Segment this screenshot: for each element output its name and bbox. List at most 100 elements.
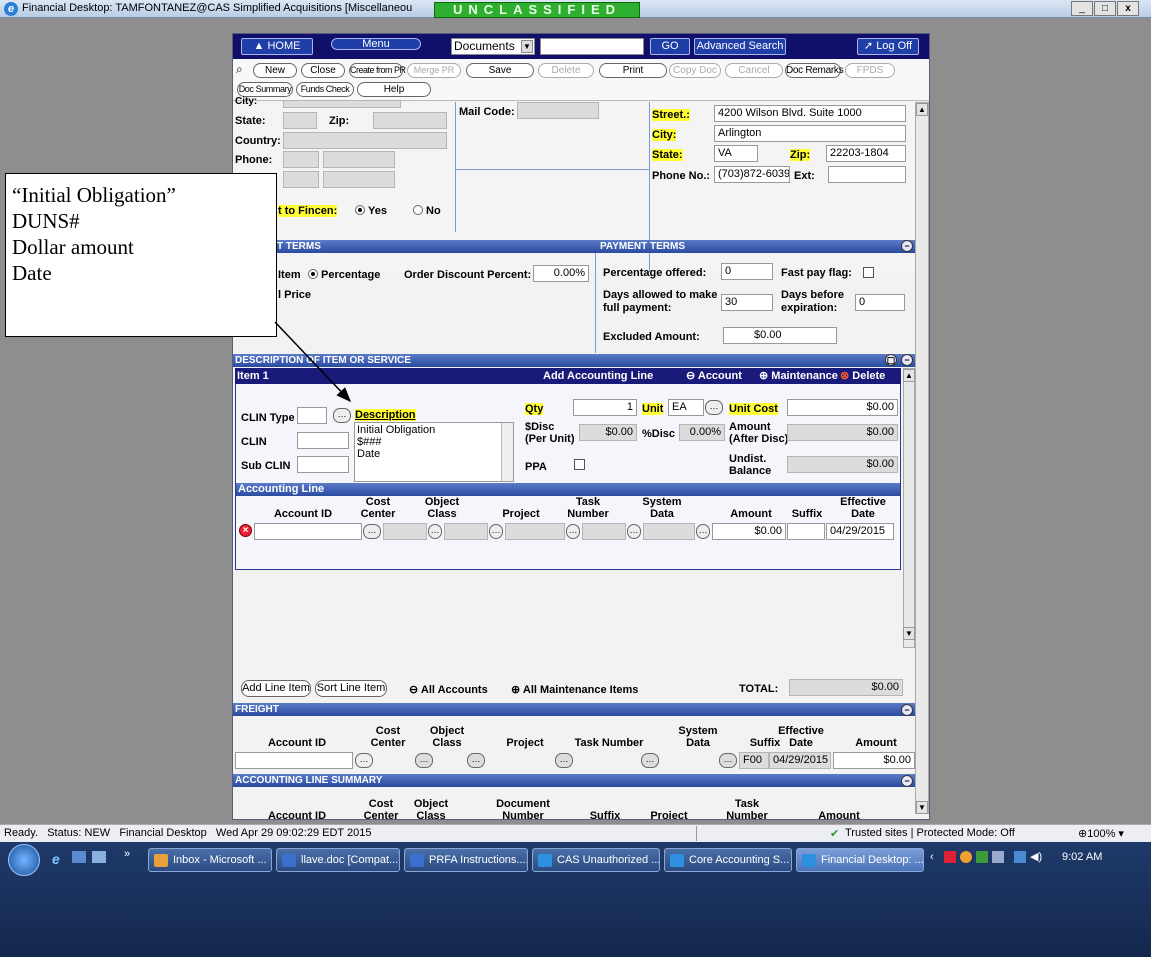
vendor-country-field[interactable]	[283, 132, 447, 149]
document-search-input[interactable]	[540, 38, 644, 55]
tray-security-icon[interactable]	[944, 851, 956, 863]
task-number-field[interactable]	[582, 523, 626, 540]
maintenance-toggle[interactable]: ⊕ Maintenance	[759, 368, 838, 384]
clin-type-field[interactable]	[297, 407, 327, 424]
new-button[interactable]: New	[253, 63, 297, 78]
home-button[interactable]: ▲ HOME	[241, 38, 313, 55]
line-effective-date-field[interactable]: 04/29/2015	[826, 523, 894, 540]
vendor-fax-area-field[interactable]	[283, 171, 319, 188]
delete-button[interactable]: Delete	[538, 63, 594, 78]
advanced-search-button[interactable]: Advanced Search	[694, 38, 786, 55]
cost-center-lookup-icon[interactable]: …	[428, 524, 442, 539]
save-button[interactable]: Save	[466, 63, 534, 78]
freight-effective-date-field[interactable]: 04/29/2015	[769, 752, 831, 769]
network-icon[interactable]	[1014, 851, 1026, 863]
order-discount-field[interactable]: 0.00%	[533, 265, 589, 282]
clin-type-lookup-icon[interactable]: …	[333, 408, 351, 423]
remit-zip-field[interactable]: 22203-1804	[826, 145, 906, 162]
minimize-button[interactable]: _	[1071, 1, 1093, 16]
tray-app-icon[interactable]	[992, 851, 1004, 863]
object-class-lookup-icon[interactable]: …	[489, 524, 503, 539]
tray-expand-icon[interactable]: ‹	[930, 851, 934, 863]
vendor-city-field[interactable]	[283, 100, 401, 108]
menu-button[interactable]: Menu	[331, 38, 421, 50]
sort-line-item-button[interactable]: Sort Line Item	[315, 680, 387, 697]
taskbar-item-core-accounting[interactable]: Core Accounting S...	[664, 848, 792, 872]
item-scrollbar[interactable]	[903, 368, 915, 648]
street-field[interactable]: 4200 Wilson Blvd. Suite 1000	[714, 105, 906, 122]
description-scrollbar[interactable]	[501, 423, 513, 481]
fpds-button[interactable]: FPDS	[845, 63, 895, 78]
copy-doc-button[interactable]: Copy Doc	[669, 63, 721, 78]
help-button[interactable]: Help	[357, 82, 431, 97]
collapse-icon[interactable]: −	[901, 354, 913, 366]
unit-field[interactable]: EA	[668, 399, 704, 416]
excluded-amount-field[interactable]: $0.00	[723, 327, 837, 344]
vendor-phone-field[interactable]	[323, 151, 395, 168]
project-field[interactable]	[505, 523, 565, 540]
log-off-button[interactable]: ➚ Log Off	[857, 38, 919, 55]
account-lookup-icon[interactable]: …	[363, 524, 381, 539]
vendor-state-field[interactable]	[283, 112, 317, 129]
cancel-button[interactable]: Cancel	[725, 63, 783, 78]
add-line-item-button[interactable]: Add Line Item	[241, 680, 311, 697]
taskbar-item-cas[interactable]: CAS Unauthorized ...	[532, 848, 660, 872]
maximize-button[interactable]: □	[1094, 1, 1116, 16]
close-button[interactable]: Close	[301, 63, 345, 78]
funds-check-button[interactable]: Funds Check	[296, 82, 354, 97]
system-data-lookup-icon[interactable]: …	[696, 524, 710, 539]
scroll-up-icon[interactable]: ▲	[916, 103, 928, 116]
freight-account-lookup-icon[interactable]: …	[355, 753, 373, 768]
taskbar-item-prfa[interactable]: PRFA Instructions....	[404, 848, 528, 872]
amount-after-disc-field[interactable]: $0.00	[787, 424, 898, 441]
freight-cost-center-lookup-icon[interactable]: …	[415, 753, 433, 768]
documents-select[interactable]: Documents ▼	[451, 38, 535, 55]
clin-field[interactable]	[297, 432, 349, 449]
cost-center-field[interactable]	[383, 523, 427, 540]
taskbar-item-llave-doc[interactable]: llave.doc [Compat...	[276, 848, 400, 872]
pct-disc-field[interactable]: 0.00%	[679, 424, 725, 441]
clock[interactable]: 9:02 AM	[1062, 851, 1102, 863]
vendor-zip-field[interactable]	[373, 112, 447, 129]
start-button[interactable]	[8, 844, 40, 876]
freight-object-class-lookup-icon[interactable]: …	[467, 753, 485, 768]
more-quicklaunch-icon[interactable]: »	[124, 848, 130, 860]
fincen-yes-radio[interactable]: Yes	[355, 205, 387, 217]
task-lookup-icon[interactable]: …	[627, 524, 641, 539]
unit-lookup-icon[interactable]: …	[705, 400, 723, 415]
account-toggle[interactable]: ⊖ Account	[686, 368, 742, 384]
ie-quicklaunch-icon[interactable]: e	[52, 851, 60, 867]
taskbar-item-inbox[interactable]: Inbox - Microsoft ...	[148, 848, 272, 872]
days-allowed-field[interactable]: 30	[721, 294, 773, 311]
discount-percentage-radio[interactable]: Percentage	[308, 269, 380, 281]
remit-city-field[interactable]: Arlington	[714, 125, 906, 142]
collapse-icon[interactable]: −	[901, 240, 913, 252]
pct-offered-field[interactable]: 0	[721, 263, 773, 280]
link-icon[interactable]: ⌕	[236, 62, 243, 77]
discount-item-radio[interactable]: Item	[278, 269, 301, 281]
close-window-button[interactable]: x	[1117, 1, 1139, 16]
volume-icon[interactable]: ◀)	[1030, 850, 1042, 863]
merge-pr-button[interactable]: Merge PR	[407, 63, 461, 78]
freight-project-lookup-icon[interactable]: …	[555, 753, 573, 768]
undist-balance-field[interactable]: $0.00	[787, 456, 898, 473]
tray-notification-icon[interactable]	[960, 851, 972, 863]
remove-line-icon[interactable]: ×	[239, 524, 252, 537]
vendor-phone-area-field[interactable]	[283, 151, 319, 168]
description-textarea[interactable]: Initial Obligation $### Date	[354, 422, 514, 482]
collapse-icon[interactable]: −	[901, 775, 913, 787]
freight-system-data-lookup-icon[interactable]: …	[719, 753, 737, 768]
tray-app-icon[interactable]	[976, 851, 988, 863]
taskbar-item-financial-desktop[interactable]: Financial Desktop: ...	[796, 848, 924, 872]
expand-all-icon[interactable]: ▢	[885, 354, 897, 366]
remit-phone-field[interactable]: (703)872-6039	[714, 166, 790, 183]
line-suffix-field[interactable]	[787, 523, 825, 540]
vendor-fax-field[interactable]	[323, 171, 395, 188]
qty-field[interactable]: 1	[573, 399, 637, 416]
account-id-field[interactable]	[254, 523, 362, 540]
unit-cost-field[interactable]: $0.00	[787, 399, 898, 416]
delete-item-link[interactable]: ⊗ Delete	[840, 368, 885, 384]
chevron-down-icon[interactable]: ▼	[521, 40, 533, 53]
freight-task-lookup-icon[interactable]: …	[641, 753, 659, 768]
add-accounting-line-link[interactable]: Add Accounting Line	[543, 368, 653, 384]
